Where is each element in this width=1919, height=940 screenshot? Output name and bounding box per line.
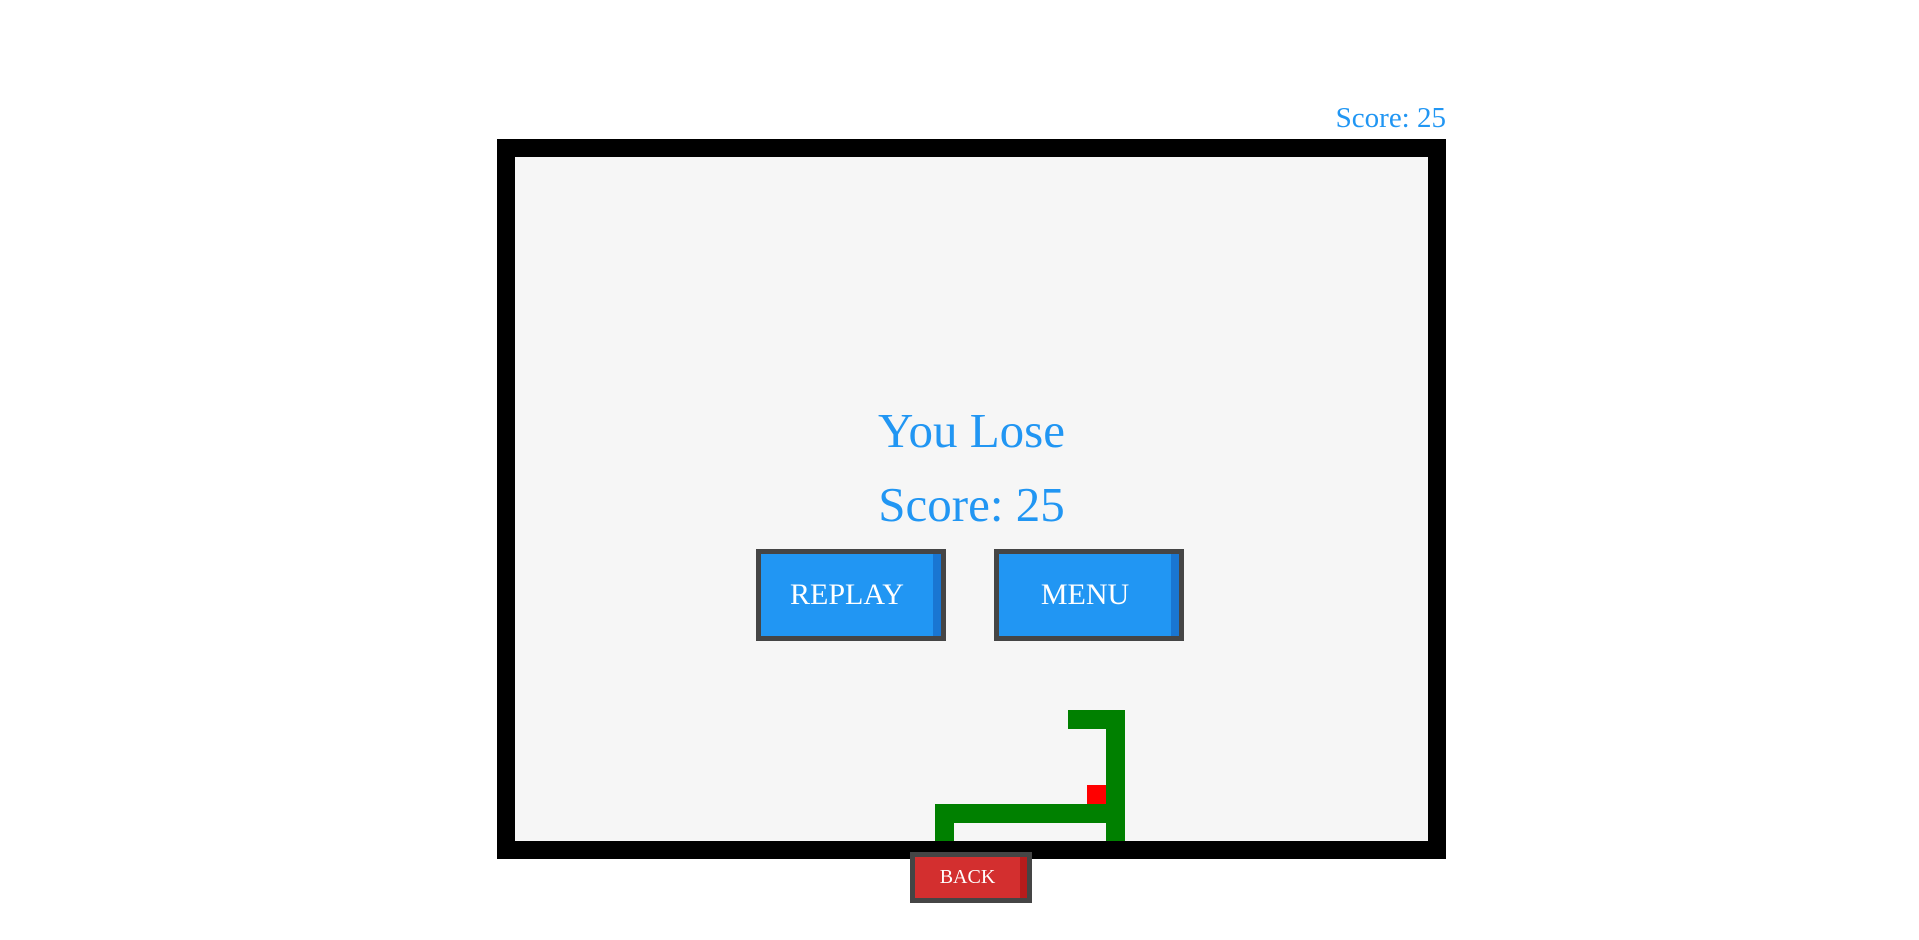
snake-segment bbox=[935, 804, 1125, 823]
game-board: You Lose Score: 25 REPLAY MENU bbox=[497, 139, 1446, 859]
back-button[interactable]: BACK bbox=[915, 857, 1027, 898]
score-display: Score: 25 bbox=[1335, 102, 1446, 134]
final-score: Score: 25 bbox=[878, 477, 1065, 532]
game-over-title: You Lose bbox=[878, 403, 1065, 458]
food-item bbox=[1087, 785, 1106, 804]
replay-button[interactable]: REPLAY bbox=[761, 554, 941, 636]
snake-segment bbox=[935, 804, 954, 841]
menu-button[interactable]: MENU bbox=[999, 554, 1179, 636]
snake-segment bbox=[1106, 710, 1125, 841]
